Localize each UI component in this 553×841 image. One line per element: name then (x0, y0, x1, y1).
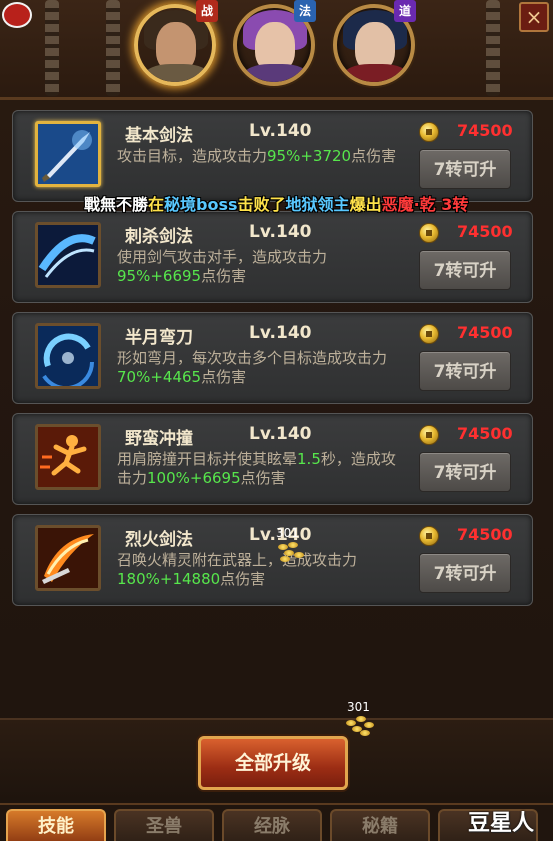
blazing-sword-skill-icon[interactable] (35, 525, 101, 591)
skill-name: 基本剑法 (125, 126, 193, 146)
upgrade-button[interactable]: 7转可升 (419, 250, 511, 290)
desc-text: 点伤害 (240, 469, 286, 487)
skill-name: 半月弯刀 (125, 328, 193, 348)
upgrade-button[interactable]: 7转可升 (419, 553, 511, 593)
gold-coin-icon (419, 122, 439, 142)
tab-meridians[interactable]: 经脉 (222, 809, 322, 841)
assassinate-sword-skill-icon[interactable] (35, 222, 101, 288)
skill-name: 烈火剑法 (125, 530, 193, 550)
upgrade-button[interactable]: 7转可升 (419, 351, 511, 391)
skill-description: 用肩膀撞开目标并使其眩晕1.5秒，造成攻击力100%+6695点伤害 (117, 450, 407, 488)
desc-value: 100%+6695 (147, 469, 241, 487)
tab-skills[interactable]: 技能 (6, 809, 106, 841)
chain-decoration (106, 0, 120, 96)
desc-text: 点伤害 (201, 368, 247, 386)
skill-description: 召唤火精灵附在武器上，造成攻击力180%+14880点伤害 (117, 551, 407, 589)
player-avatar-icon[interactable] (2, 2, 32, 28)
gold-coin-icon (419, 324, 439, 344)
desc-value: 95%+6695 (117, 267, 202, 285)
skill-card-savage-charge[interactable]: 野蛮冲撞 Lv.140 用肩膀撞开目标并使其眩晕1.5秒，造成攻击力100%+6… (12, 413, 533, 505)
broadcast-location: 秘境boss (164, 195, 238, 214)
skill-card-blazing-sword[interactable]: 烈火剑法 Lv.140 召唤火精灵附在武器上，造成攻击力180%+14880点伤… (12, 514, 533, 606)
broadcast-boss: 地狱领主 (285, 195, 350, 214)
chain-decoration (45, 0, 59, 96)
close-button[interactable]: × (519, 2, 549, 32)
broadcast-text: 击败了 (237, 195, 286, 214)
skill-description: 形如弯月，每次攻击多个目标造成攻击力70%+4465点伤害 (117, 349, 407, 387)
skill-level: Lv.140 (249, 222, 312, 242)
basic-sword-skill-icon[interactable] (35, 121, 101, 187)
upgrade-cost: 74500 (457, 424, 513, 443)
broadcast-player: 戰無不勝 (84, 195, 149, 214)
upgrade-button[interactable]: 7转可升 (419, 149, 511, 189)
broadcast-text: 在 (148, 195, 165, 214)
skill-card-basic-sword[interactable]: 基本剑法 Lv.140 攻击目标，造成攻击力95%+3720点伤害 74500 … (12, 110, 533, 202)
upgrade-all-button[interactable]: 全部升级 (198, 736, 348, 790)
desc-text: 形如弯月，每次攻击多个目标造成攻击力 (117, 349, 388, 367)
skill-card-assassinate-sword[interactable]: 刺杀剑法 Lv.140 使用剑气攻击对手，造成攻击力95%+6695点伤害 74… (12, 211, 533, 303)
desc-value: 1.5 (297, 450, 321, 468)
upgrade-cost: 74500 (457, 222, 513, 241)
half-moon-blade-skill-icon[interactable] (35, 323, 101, 389)
upgrade-cost: 74500 (457, 323, 513, 342)
skill-level: Lv.140 (249, 424, 312, 444)
skill-description: 攻击目标，造成攻击力95%+3720点伤害 (117, 147, 407, 166)
upgrade-cost: 74500 (457, 525, 513, 544)
gold-coin-icon (419, 425, 439, 445)
desc-text: 点伤害 (220, 570, 266, 588)
desc-value: 95%+3720 (267, 147, 352, 165)
desc-text: 用肩膀撞开目标并使其眩晕 (117, 450, 298, 468)
desc-text: 攻击目标，造成攻击力 (117, 147, 268, 165)
broadcast-item: 恶魔·乾 3转 (381, 195, 469, 214)
skill-name: 野蛮冲撞 (125, 429, 193, 449)
tab-holy-beast[interactable]: 圣兽 (114, 809, 214, 841)
class-tag-warrior: 战 (196, 0, 218, 22)
skill-name: 刺杀剑法 (125, 227, 193, 247)
upgrade-button[interactable]: 7转可升 (419, 452, 511, 492)
gold-coin-icon (419, 526, 439, 546)
class-tag-taoist: 道 (394, 0, 416, 22)
savage-charge-skill-icon[interactable] (35, 424, 101, 490)
tab-secret-books[interactable]: 秘籍 (330, 809, 430, 841)
gold-coin-icon (419, 223, 439, 243)
desc-text: 召唤火精灵附在武器上，造成攻击力 (117, 551, 358, 569)
gold-pile-icon (276, 540, 306, 562)
desc-text: 点伤害 (351, 147, 397, 165)
gold-drop-amount: 301 (347, 700, 370, 714)
skill-card-half-moon-blade[interactable]: 半月弯刀 Lv.140 形如弯月，每次攻击多个目标造成攻击力70%+4465点伤… (12, 312, 533, 404)
broadcast-text: 爆出 (349, 195, 382, 214)
gold-drop-amount: 301 (276, 526, 299, 540)
skill-level: Lv.140 (249, 323, 312, 343)
chain-decoration (486, 0, 500, 96)
class-tag-mage: 法 (294, 0, 316, 22)
desc-text: 使用剑气攻击对手，造成攻击力 (117, 248, 328, 266)
skills-screen: 战 法 道 × 基本剑法 Lv.140 攻击目标，造成攻击力95%+3720点伤… (0, 0, 553, 841)
watermark-text: 豆星人 (468, 811, 535, 836)
desc-value: 70%+4465 (117, 368, 202, 386)
desc-value: 180%+14880 (117, 570, 221, 588)
gold-pile-icon (344, 714, 376, 738)
hero-selector-header: 战 法 道 × (0, 0, 553, 100)
skill-level: Lv.140 (249, 121, 312, 141)
upgrade-cost: 74500 (457, 121, 513, 140)
skill-description: 使用剑气攻击对手，造成攻击力95%+6695点伤害 (117, 248, 407, 286)
world-broadcast-message: 戰無不勝在秘境boss击败了地狱领主爆出恶魔·乾 3转 (84, 191, 468, 215)
desc-text: 点伤害 (201, 267, 247, 285)
